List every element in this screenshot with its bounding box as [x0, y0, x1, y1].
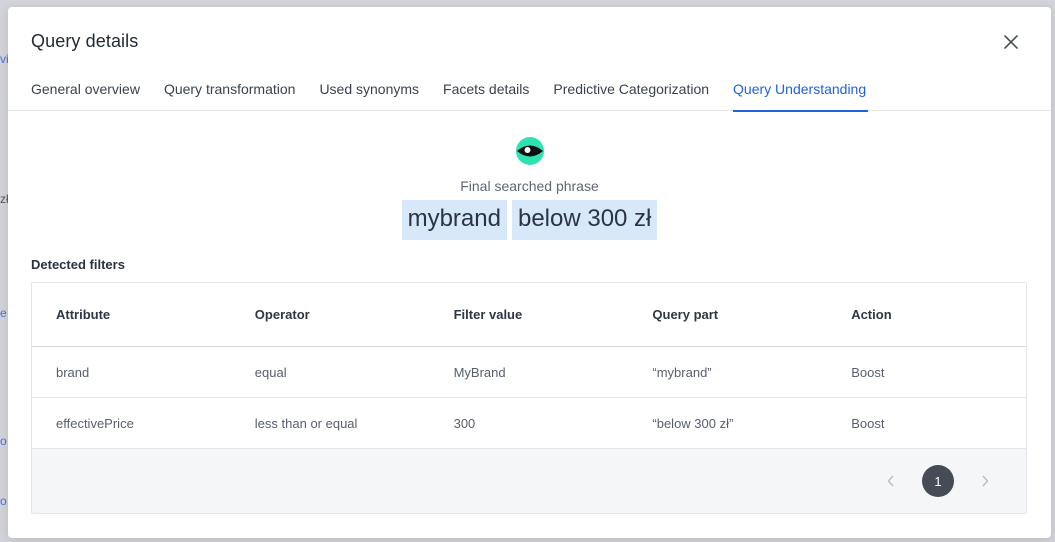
tab-general-overview[interactable]: General overview [31, 77, 140, 111]
table-footer: 1 [32, 449, 1026, 513]
tab-bar: General overview Query transformation Us… [31, 77, 890, 112]
close-button[interactable] [1001, 32, 1021, 52]
tab-query-transformation[interactable]: Query transformation [164, 77, 296, 111]
table-cell: MyBrand [453, 364, 506, 380]
table-cell: “mybrand” [652, 364, 712, 380]
phrase-chip: mybrand [401, 200, 507, 240]
table-cell: Boost [851, 364, 885, 380]
column-header: Query part [652, 307, 719, 322]
table-cell: “below 300 zł” [652, 415, 734, 431]
background-fragment: o [0, 434, 7, 448]
prev-page-button[interactable] [880, 465, 902, 497]
tab-facets-details[interactable]: Facets details [443, 77, 529, 111]
table-cell: brand [56, 364, 90, 380]
background-fragment: e [0, 306, 7, 320]
next-page-button[interactable] [974, 465, 996, 497]
table-row: brand equal MyBrand “mybrand” Boost [32, 347, 1026, 398]
column-header: Action [851, 307, 892, 322]
eye-icon [515, 137, 544, 165]
tab-used-synonyms[interactable]: Used synonyms [319, 77, 419, 111]
pagination: 1 [880, 465, 996, 497]
modal-header: Query details General overview Query tra… [8, 7, 1051, 112]
table-cell: less than or equal [254, 415, 358, 431]
column-header: Attribute [56, 307, 111, 322]
table-cell: Boost [851, 415, 885, 431]
close-icon [1004, 35, 1018, 49]
table-cell: 300 [453, 415, 476, 431]
column-header: Operator [254, 307, 310, 322]
tab-predictive-categorization[interactable]: Predictive Categorization [553, 77, 709, 111]
detected-filters-title: Detected filters [31, 257, 125, 272]
query-details-modal: Query details General overview Query tra… [8, 7, 1051, 538]
background-fragment: o [0, 494, 7, 508]
final-phrase: mybrand below 300 zł [8, 200, 1051, 240]
final-phrase-label: Final searched phrase [460, 178, 599, 194]
table-cell: effectivePrice [56, 415, 134, 431]
chevron-left-icon [887, 475, 894, 487]
table-cell: equal [254, 364, 287, 380]
detected-filters-table: Attribute Operator Filter value Query pa… [31, 282, 1027, 514]
page-number-button[interactable]: 1 [922, 465, 954, 497]
table-row: effectivePrice less than or equal 300 “b… [32, 398, 1026, 449]
final-phrase-section: Final searched phrase mybrand below 300 … [8, 137, 1051, 240]
column-header: Filter value [453, 307, 523, 322]
tab-query-understanding[interactable]: Query Understanding [733, 77, 869, 112]
phrase-chip: below 300 zł [511, 200, 658, 240]
chevron-right-icon [982, 475, 989, 487]
table-header: Attribute Operator Filter value Query pa… [32, 283, 1026, 347]
modal-title: Query details [31, 31, 139, 51]
